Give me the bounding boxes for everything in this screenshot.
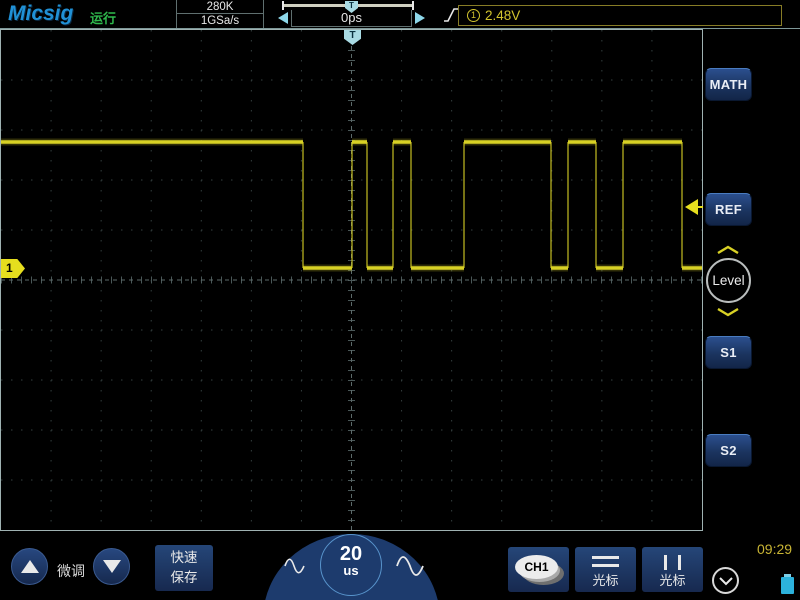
horizontal-cursor-label: 光标 [592,573,619,588]
rising-edge-icon [444,8,458,22]
fine-up-button[interactable] [11,548,48,585]
chevron-down-icon [718,576,733,585]
fine-adjust-label: 微调 [57,563,85,579]
clock: 09:29 [757,541,793,557]
ref-button[interactable]: REF [705,193,752,226]
fine-down-button[interactable] [93,548,130,585]
channel-select-button[interactable]: CH1 [508,547,569,592]
trigger-level-arrow[interactable] [685,199,703,215]
s2-button[interactable]: S2 [705,434,752,467]
zoom-in-sine-icon[interactable] [394,552,426,580]
waveform-display[interactable]: T 1 [0,29,703,531]
zoom-out-sine-icon[interactable] [283,555,307,577]
bottom-bar: 微调 快速 保存 20 us CH1 光标 光标 09:29 [0,531,800,600]
level-down-chevron-icon[interactable] [716,308,740,317]
timebase-unit: us [343,563,359,578]
pan-left-arrow-icon[interactable] [278,12,288,24]
battery-icon [781,574,794,594]
level-up-chevron-icon[interactable] [716,245,740,254]
channel-card: CH1 [515,555,558,579]
vertical-cursor-icon [678,555,681,570]
trigger-level-value: 2.48V [485,8,521,23]
horizontal-cursor-button[interactable]: 光标 [575,547,636,592]
up-arrow-icon [20,560,39,573]
trigger-level-display[interactable]: 1 2.48V [458,5,782,26]
channel1-waveform [1,138,702,272]
trigger-source-badge: 1 [467,9,480,22]
horizontal-cursor-icon [592,564,619,567]
collapse-menu-button[interactable] [712,567,739,594]
acquisition-info[interactable]: 280K 1GSa/s [176,0,264,28]
brand-logo: Micsig [8,2,74,25]
timebase-knob[interactable]: 20 us [320,534,382,596]
memory-depth: 280K [177,0,263,14]
oscilloscope-screen: Micsig 运行 280K 1GSa/s T 0ps 1 2.48V T 1 … [0,0,800,600]
vertical-cursor-label: 光标 [659,573,686,588]
timebase-value: 20 [339,543,363,565]
quick-save-button[interactable]: 快速 保存 [155,545,213,591]
trigger-position-value[interactable]: 0ps [291,10,412,27]
math-button[interactable]: MATH [705,68,752,101]
run-status: 运行 [90,11,117,26]
horizontal-cursor-icon [592,556,619,559]
vertical-cursor-button[interactable]: 光标 [642,547,703,592]
quick-save-label-line2: 保存 [170,570,198,585]
down-arrow-icon [102,560,121,573]
pan-right-arrow-icon[interactable] [415,12,425,24]
quick-save-label-line1: 快速 [170,550,198,565]
level-knob[interactable]: Level [706,258,751,303]
top-bar: Micsig 运行 280K 1GSa/s T 0ps 1 2.48V [0,0,800,29]
s1-button[interactable]: S1 [705,336,752,369]
sample-rate: 1GSa/s [200,15,240,27]
vertical-cursor-icon [664,555,667,570]
